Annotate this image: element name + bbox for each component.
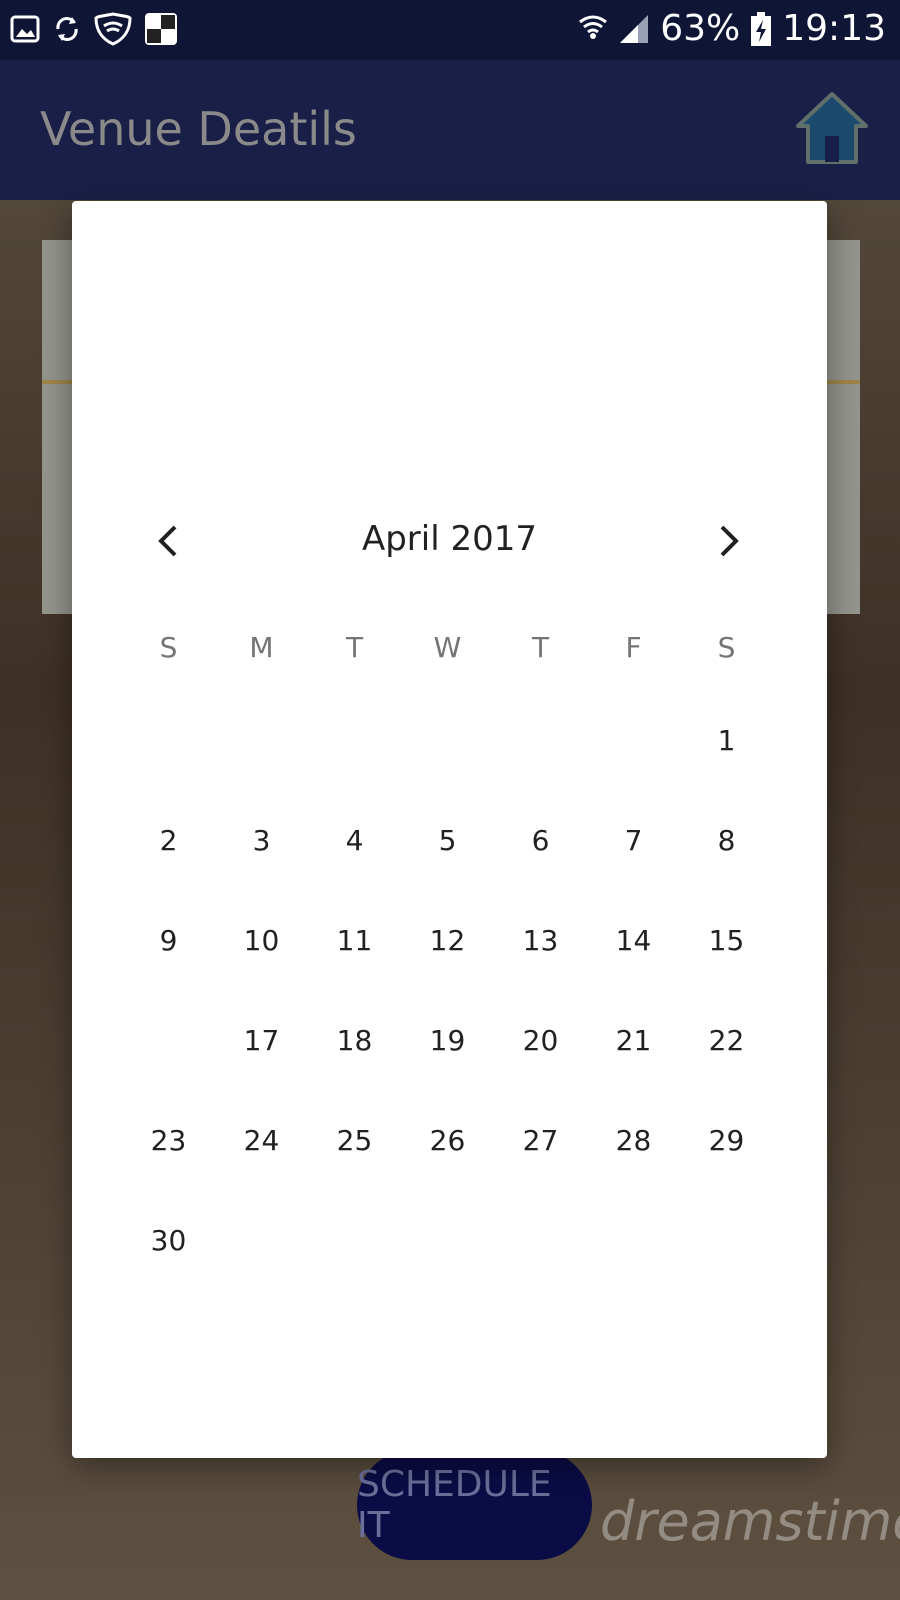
weekday-label: T (531, 631, 550, 664)
day-cell[interactable]: 26 (401, 1111, 494, 1171)
battery-charging-icon (751, 11, 772, 46)
page-title: Venue Deatils (40, 102, 357, 156)
status-right: 63% 19:13 (578, 8, 886, 49)
day-cell[interactable]: 7 (587, 811, 680, 871)
day-cell[interactable]: 30 (122, 1211, 215, 1271)
weekday-label: S (717, 631, 736, 664)
day-cell[interactable]: 9 (122, 911, 215, 971)
day-cell[interactable]: 19 (401, 1011, 494, 1071)
day-cell[interactable]: 3 (215, 811, 308, 871)
weekday-label: M (249, 631, 274, 664)
weekday-label: S (159, 631, 178, 664)
day-cell[interactable]: 8 (680, 811, 773, 871)
sync-icon (56, 17, 78, 41)
status-left-icons (10, 12, 178, 46)
day-cell[interactable]: 5 (401, 811, 494, 871)
date-picker-dialog: April 2017 S M T W T F S 1 2 3 4 5 6 7 8 9 10 11 12… (72, 201, 827, 1458)
day-cell[interactable]: 20 (494, 1011, 587, 1071)
weekday-label: F (625, 631, 642, 664)
day-cell[interactable]: 28 (587, 1111, 680, 1171)
status-bar: 63% 19:13 (0, 0, 900, 60)
day-cell[interactable]: 14 (587, 911, 680, 971)
day-cell[interactable]: 6 (494, 811, 587, 871)
weekday-header: S M T W T F S (72, 631, 827, 681)
day-cell[interactable]: 11 (308, 911, 401, 971)
next-month-button[interactable] (703, 515, 755, 567)
weekday-label: T (345, 631, 364, 664)
day-cell[interactable]: 15 (680, 911, 773, 971)
day-cell[interactable]: 22 (680, 1011, 773, 1071)
weekday-label: W (433, 631, 462, 664)
day-cell[interactable]: 23 (122, 1111, 215, 1171)
day-cell[interactable]: 24 (215, 1111, 308, 1171)
gallery-icon (10, 15, 40, 43)
day-cell[interactable]: 18 (308, 1011, 401, 1071)
day-cell[interactable]: 10 (215, 911, 308, 971)
day-cell[interactable]: 25 (308, 1111, 401, 1171)
day-cell[interactable]: 4 (308, 811, 401, 871)
calendar-header: April 2017 (72, 501, 827, 581)
battery-percent: 63% (660, 8, 741, 49)
app-bar: Venue Deatils (0, 60, 900, 200)
day-cell[interactable]: 13 (494, 911, 587, 971)
watermark: dreamstime.com (600, 1490, 900, 1553)
day-cell[interactable]: 1 (680, 711, 773, 771)
signal-icon (620, 14, 649, 43)
shield-icon (94, 12, 132, 46)
day-cell[interactable]: 17 (215, 1011, 308, 1071)
day-cell[interactable]: 21 (587, 1011, 680, 1071)
clock: 19:13 (782, 8, 886, 49)
day-cell[interactable]: 12 (401, 911, 494, 971)
notification-app-icon (145, 13, 177, 45)
wifi-icon (579, 15, 608, 39)
home-icon[interactable] (794, 88, 870, 168)
day-cell[interactable]: 29 (680, 1111, 773, 1171)
schedule-it-button[interactable]: SCHEDULE IT (357, 1450, 592, 1560)
chevron-right-icon (720, 525, 739, 557)
day-cell[interactable]: 27 (494, 1111, 587, 1171)
day-cell[interactable]: 2 (122, 811, 215, 871)
